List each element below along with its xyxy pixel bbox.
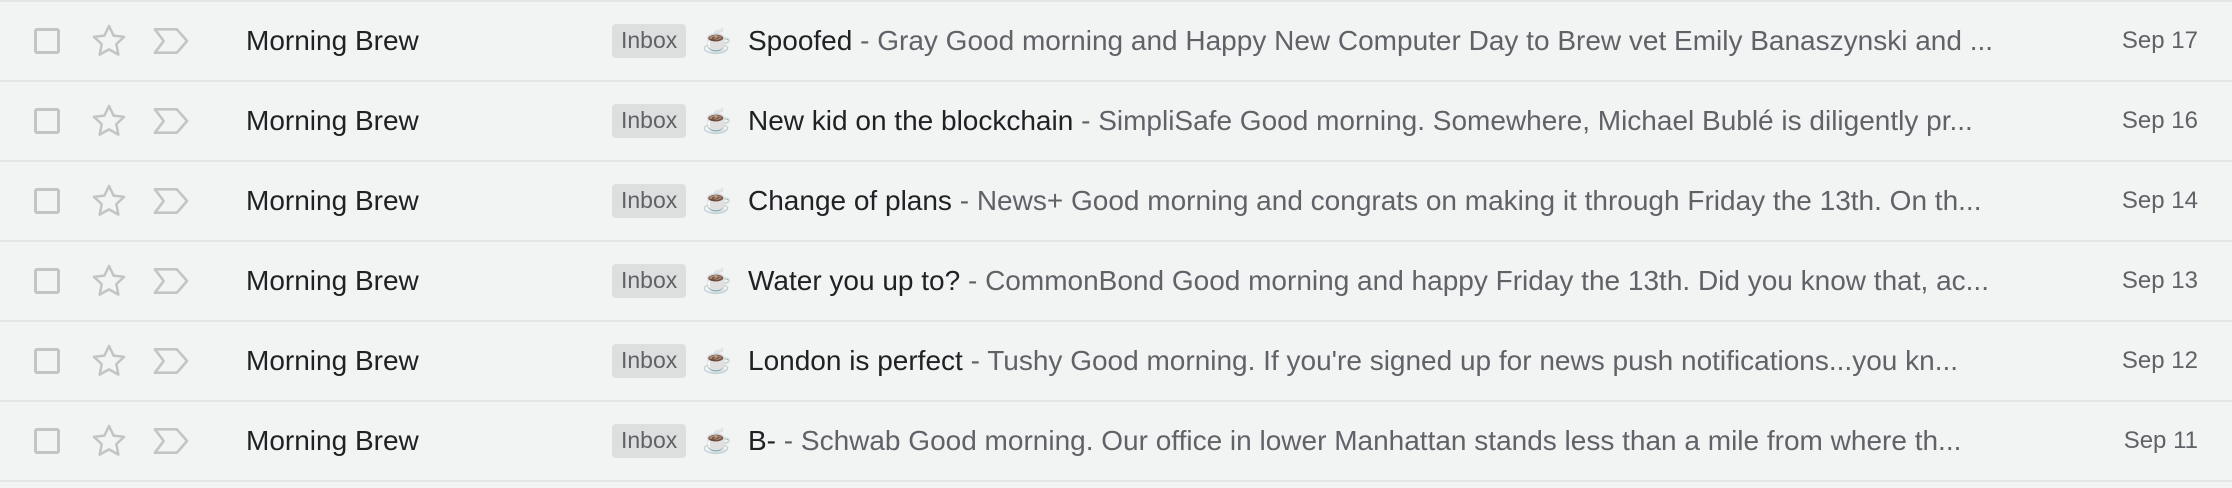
- checkbox-icon[interactable]: [34, 348, 60, 374]
- email-snippet: Tushy Good morning. If you're signed up …: [987, 345, 1959, 376]
- email-preview: New kid on the blockchain - SimpliSafe G…: [748, 82, 2010, 160]
- email-subject: Change of plans: [748, 185, 952, 216]
- sender-name: Morning Brew: [246, 25, 419, 56]
- email-snippet: CommonBond Good morning and happy Friday…: [985, 265, 1989, 296]
- important-marker-icon[interactable]: [152, 322, 192, 400]
- subject-separator: -: [962, 345, 988, 376]
- email-row[interactable]: Morning Brew Inbox ☕ B- - Schwab Good mo…: [0, 402, 2232, 482]
- email-snippet: SimpliSafe Good morning. Somewhere, Mich…: [1098, 105, 1973, 136]
- email-preview: London is perfect - Tushy Good morning. …: [748, 322, 2010, 400]
- inbox-label-badge[interactable]: Inbox: [612, 343, 687, 379]
- subject-separator: -: [776, 425, 801, 456]
- email-list: Morning Brew Inbox ☕ Spoofed - Gray Good…: [0, 0, 2232, 488]
- important-marker-icon[interactable]: [152, 242, 192, 320]
- star-icon[interactable]: [90, 402, 130, 480]
- coffee-emoji-icon: ☕: [702, 27, 732, 55]
- coffee-emoji-icon: ☕: [702, 107, 732, 135]
- sender-name: Morning Brew: [246, 105, 419, 136]
- star-icon[interactable]: [90, 242, 130, 320]
- email-preview: Change of plans - News+ Good morning and…: [748, 162, 2010, 240]
- important-marker-icon[interactable]: [152, 2, 192, 80]
- email-subject: B-: [748, 425, 776, 456]
- email-date: Sep 16: [2121, 107, 2198, 134]
- checkbox-icon[interactable]: [34, 268, 60, 294]
- inbox-label-badge[interactable]: Inbox: [612, 103, 687, 139]
- inbox-label-badge[interactable]: Inbox: [612, 183, 687, 219]
- email-preview: Spoofed - Gray Good morning and Happy Ne…: [748, 2, 2010, 80]
- email-subject: London is perfect: [748, 345, 963, 376]
- star-icon[interactable]: [90, 162, 130, 240]
- star-icon[interactable]: [90, 322, 130, 400]
- email-row[interactable]: Morning Brew Inbox ☕ London is perfect -…: [0, 322, 2232, 402]
- email-preview: B- - Schwab Good morning. Our office in …: [748, 402, 2010, 480]
- subject-separator: -: [951, 185, 977, 216]
- sender-name: Morning Brew: [246, 265, 419, 296]
- checkbox-icon[interactable]: [34, 28, 60, 54]
- email-snippet: Gray Good morning and Happy New Computer…: [877, 25, 1994, 56]
- email-date: Sep 12: [2121, 347, 2198, 374]
- checkbox-icon[interactable]: [34, 108, 60, 134]
- coffee-emoji-icon: ☕: [702, 187, 732, 215]
- email-date: Sep 17: [2121, 27, 2198, 54]
- email-row[interactable]: Morning Brew Inbox ☕ Change of plans - N…: [0, 162, 2232, 242]
- email-date: Sep 13: [2121, 267, 2198, 294]
- checkbox-icon[interactable]: [34, 188, 60, 214]
- coffee-emoji-icon: ☕: [702, 347, 732, 375]
- email-subject: Spoofed: [748, 25, 853, 56]
- coffee-emoji-icon: ☕: [702, 267, 732, 295]
- email-subject: Water you up to?: [748, 265, 961, 296]
- email-snippet: Schwab Good morning. Our office in lower…: [800, 425, 1962, 456]
- subject-separator: -: [1073, 105, 1099, 136]
- important-marker-icon[interactable]: [152, 402, 192, 480]
- email-snippet: News+ Good morning and congrats on makin…: [976, 185, 1982, 216]
- star-icon[interactable]: [90, 2, 130, 80]
- checkbox-icon[interactable]: [34, 428, 60, 454]
- subject-separator: -: [960, 265, 986, 296]
- email-date: Sep 14: [2121, 187, 2198, 214]
- email-row[interactable]: Morning Brew Inbox ☕ Water you up to? - …: [0, 242, 2232, 322]
- email-row[interactable]: Morning Brew Inbox ☕ New kid on the bloc…: [0, 82, 2232, 162]
- important-marker-icon[interactable]: [152, 82, 192, 160]
- email-preview: Water you up to? - CommonBond Good morni…: [748, 242, 2010, 320]
- inbox-label-badge[interactable]: Inbox: [612, 423, 687, 459]
- sender-name: Morning Brew: [246, 185, 419, 216]
- inbox-label-badge[interactable]: Inbox: [612, 263, 687, 299]
- star-icon[interactable]: [90, 82, 130, 160]
- coffee-emoji-icon: ☕: [702, 427, 732, 455]
- sender-name: Morning Brew: [246, 345, 419, 376]
- email-subject: New kid on the blockchain: [748, 105, 1074, 136]
- email-row[interactable]: Morning Brew Inbox ☕ Spoofed - Gray Good…: [0, 2, 2232, 82]
- sender-name: Morning Brew: [246, 425, 419, 456]
- important-marker-icon[interactable]: [152, 162, 192, 240]
- email-date: Sep 11: [2123, 427, 2198, 454]
- subject-separator: -: [852, 25, 878, 56]
- inbox-label-badge[interactable]: Inbox: [612, 23, 687, 59]
